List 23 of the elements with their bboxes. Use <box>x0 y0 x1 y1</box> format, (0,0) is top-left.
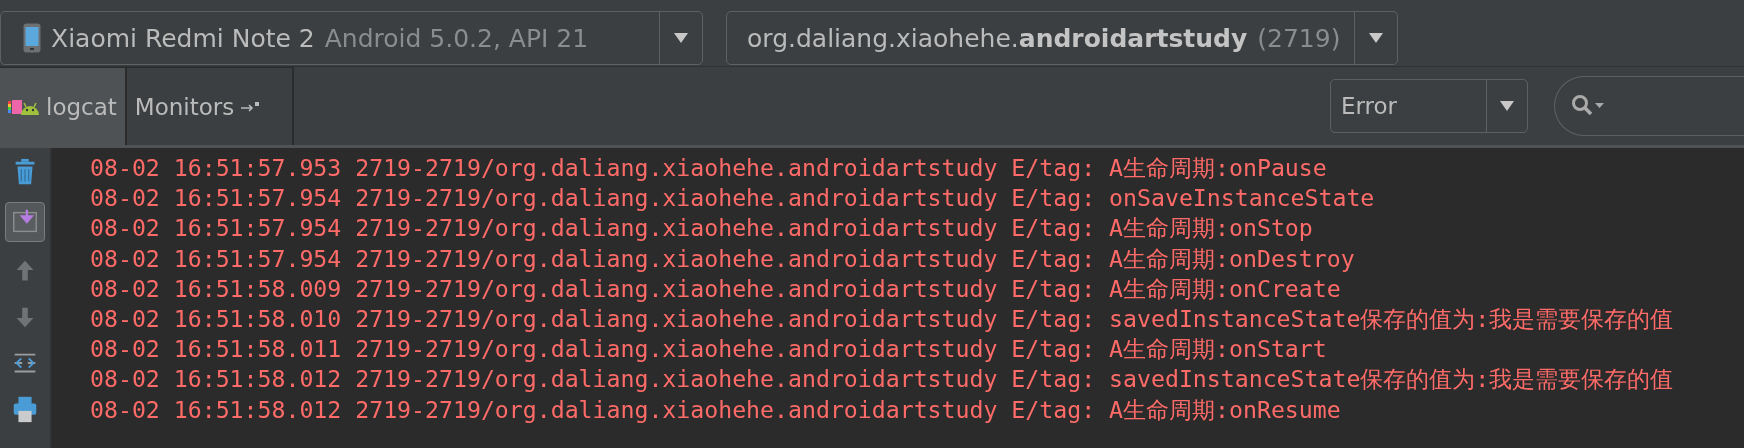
caret-icon <box>673 32 689 44</box>
tab[interactable]: logcat <box>0 67 127 145</box>
log-line: 08-02 16:51:57.953 2719-2719/org.daliang.xiaohehe.androidartstudy E/tag: A生命周期:onPause <box>90 153 1328 183</box>
process-name: org.daliang.xiaohehe.androidartstudy <box>747 23 1248 53</box>
log-line: 08-02 16:51:57.954 2719-2719/org.daliang.xiaohehe.androidartstudy E/tag: A生命周期:onDestroy <box>90 243 1356 274</box>
log-line: 08-02 16:51:58.011 2719-2719/org.daliang.xiaohehe.androidartstudy E/tag: A生命周期:onStart <box>90 334 1328 365</box>
log-line: 08-02 16:51:58.009 2719-2719/org.daliang.xiaohehe.androidartstudy E/tag: A生命周期:onCreate <box>90 273 1342 304</box>
log-level-dropdown[interactable]: Error <box>1330 79 1528 133</box>
log-line: 08-02 16:51:58.010 2719-2719/org.daliang.xiaohehe.androidartstudy E/tag: savedInstanceState保存的值为:我是需要保存的值 <box>90 304 1674 334</box>
device-dropdown[interactable]: Xiaomi Redmi Note 2 Android 5.0.2, API 21 <box>0 11 703 65</box>
log-line: 08-02 16:51:57.954 2719-2719/org.daliang.xiaohehe.androidartstudy E/tag: onSaveInstanceState <box>90 183 1376 214</box>
log-line: 08-02 16:51:57.954 2719-2719/org.daliang.xiaohehe.androidartstudy E/tag: A生命周期:onStop <box>90 213 1314 244</box>
process-dropdown[interactable]: org.daliang.xiaohehe.androidartstudy (2719) <box>726 11 1399 65</box>
process-id: (2719) <box>1257 23 1341 53</box>
phone-icon <box>23 23 41 53</box>
log-line: 08-02 16:51:58.012 2719-2719/org.daliang.xiaohehe.androidartstudy E/tag: savedInstanceState保存的值为:我是需要保存的值 <box>90 364 1674 395</box>
search-icon <box>1571 94 1607 118</box>
device-version: Android 5.0.2, API 21 <box>324 23 589 53</box>
caret-icon <box>1368 32 1385 44</box>
device-name: Xiaomi Redmi Note 2 <box>51 23 315 53</box>
tab[interactable]: Monitors <box>126 67 295 145</box>
caret-icon <box>1499 100 1515 112</box>
log-line: 08-02 16:51:58.012 2719-2719/org.daliang.xiaohehe.androidartstudy E/tag: A生命周期:onResume <box>90 394 1342 425</box>
